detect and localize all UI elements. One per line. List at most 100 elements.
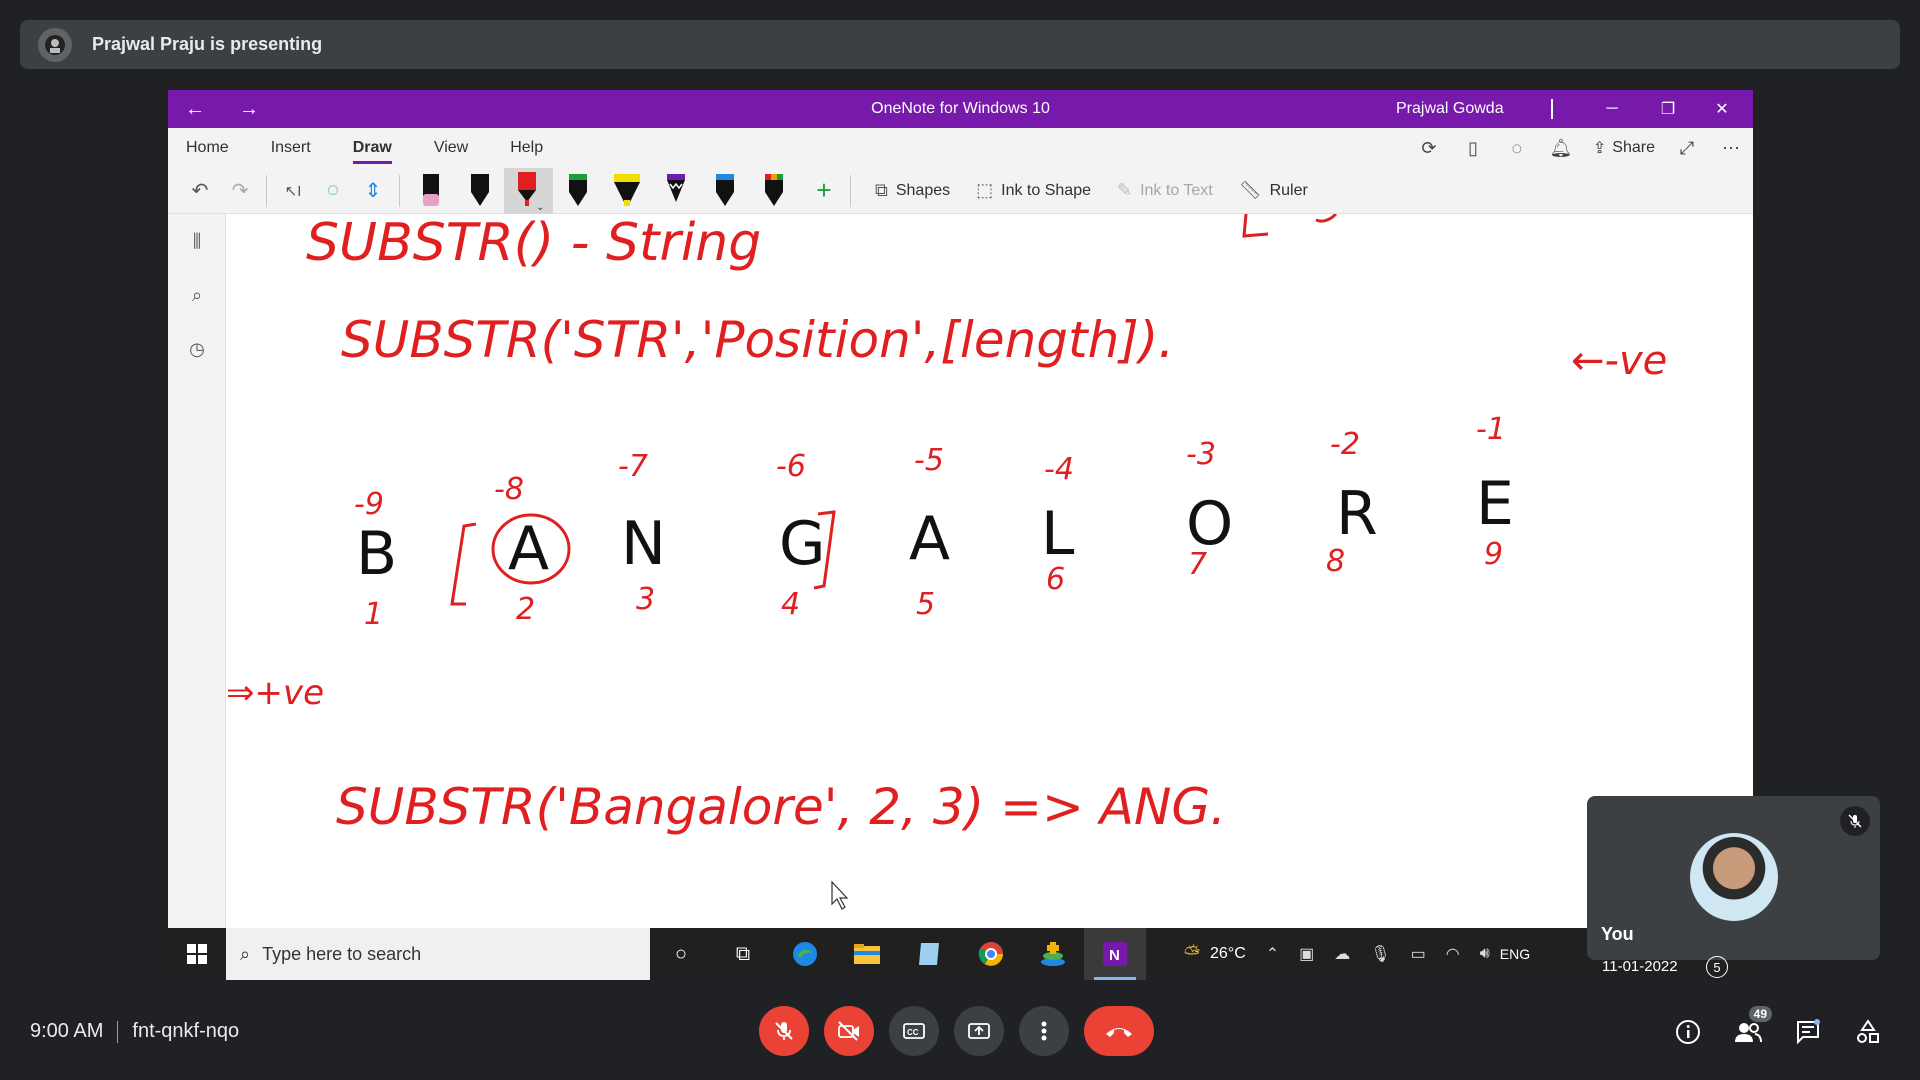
back-arrow-icon[interactable]: ←: [168, 90, 222, 128]
mic-off-glyph: [1848, 814, 1862, 828]
search-icon[interactable]: ⌕: [168, 268, 226, 322]
present-now-button[interactable]: [954, 1006, 1004, 1056]
chat-button[interactable]: [1788, 1012, 1828, 1052]
camera-off-icon: [838, 1021, 859, 1041]
taskbar-search[interactable]: ⌕ Type here to search: [226, 928, 650, 980]
add-pen-icon[interactable]: +: [804, 171, 844, 211]
bell-icon[interactable]: 🔔︎: [1539, 128, 1583, 168]
meet-now-icon[interactable]: ▣: [1299, 944, 1314, 964]
pen-purple[interactable]: [651, 168, 700, 214]
windows-logo-icon: [187, 944, 207, 964]
volume-icon[interactable]: 🔊︎: [1480, 945, 1490, 963]
user-name[interactable]: Prajwal Gowda: [1396, 100, 1504, 118]
ink-direction-note: ←-ve: [1571, 338, 1667, 384]
highlighter-yellow-icon: [613, 173, 640, 206]
captions-icon: CC: [903, 1023, 925, 1039]
redo-icon[interactable]: ↷: [220, 171, 260, 211]
tab-home[interactable]: Home: [186, 128, 229, 168]
microphone-icon[interactable]: 🎙︎: [1370, 944, 1390, 964]
forward-arrow-icon[interactable]: →: [222, 90, 276, 128]
neg-index: -1: [1476, 412, 1506, 447]
chevron-up-icon[interactable]: ⌃: [1266, 944, 1279, 964]
notification-badge[interactable]: 5: [1706, 956, 1728, 978]
handwriting-ink: SUBSTR() - String SUBSTR('STR','Position…: [226, 212, 1667, 910]
cortana-icon[interactable]: ○: [650, 928, 712, 980]
battery-icon[interactable]: ▭: [1411, 944, 1426, 964]
toolbar-divider: [266, 174, 267, 207]
weather-temp[interactable]: 26°C: [1210, 945, 1246, 963]
app-stack-icon[interactable]: [1022, 928, 1084, 980]
task-view-icon[interactable]: ⧉: [712, 928, 774, 980]
lightbulb-icon[interactable]: ◌: [1495, 128, 1539, 168]
wifi-icon[interactable]: ◠: [1446, 944, 1460, 964]
notebook-icon[interactable]: ▯: [1451, 128, 1495, 168]
share-button[interactable]: ⇪ Share: [1583, 138, 1665, 158]
type-select-icon[interactable]: ↖I: [273, 171, 313, 211]
presenter-avatar: [38, 27, 72, 62]
self-view-tile[interactable]: You: [1587, 796, 1880, 960]
meeting-details-button[interactable]: [1668, 1012, 1708, 1052]
captions-button[interactable]: CC: [889, 1006, 939, 1056]
ink-plus-note: ⇒+ve: [226, 673, 324, 713]
self-name: You: [1601, 924, 1634, 944]
ink-to-shape-button[interactable]: ⬚ Ink to Shape: [976, 180, 1091, 201]
sync-icon[interactable]: ⟳: [1407, 128, 1451, 168]
shared-screen: ← → OneNote for Windows 10 Prajwal Gowda…: [168, 90, 1753, 980]
pen-rainbow[interactable]: [749, 168, 798, 214]
highlighter-pink-pen[interactable]: [406, 168, 455, 214]
file-explorer-icon[interactable]: [836, 928, 898, 980]
lasso-select-icon[interactable]: ◌: [313, 171, 353, 211]
share-label: Share: [1612, 139, 1655, 156]
neg-index: -2: [1330, 427, 1360, 462]
system-tray: ⛅︎ 26°C ⌃ ▣ ☁︎ 🎙︎ ▭ ◠ 🔊︎ ENG: [1174, 943, 1530, 966]
leave-call-button[interactable]: [1084, 1006, 1154, 1056]
mic-off-icon: [775, 1022, 793, 1040]
notepad-logo: [919, 943, 939, 965]
highlighter-pink-icon: [422, 173, 439, 206]
mouse-cursor-icon: [831, 880, 849, 910]
add-space-icon[interactable]: ⇕: [353, 171, 393, 211]
people-icon: [1735, 1023, 1762, 1043]
pen-red[interactable]: ⌄: [504, 167, 553, 214]
navigation-pane: ⫼ ⌕ ◷: [168, 214, 226, 928]
onenote-taskbar-icon[interactable]: N: [1084, 928, 1146, 980]
pen-blue[interactable]: [700, 168, 749, 214]
tab-draw[interactable]: Draw: [352, 128, 392, 168]
note-canvas[interactable]: SUBSTR() - String SUBSTR('STR','Position…: [226, 212, 1753, 928]
pen-black[interactable]: [455, 168, 504, 214]
start-button[interactable]: [168, 928, 226, 980]
more-options-icon[interactable]: ⋯: [1709, 128, 1753, 168]
activities-button[interactable]: [1848, 1012, 1888, 1052]
language-indicator[interactable]: ENG: [1500, 946, 1530, 962]
close-button[interactable]: ✕: [1699, 90, 1745, 128]
notepad-icon[interactable]: [898, 928, 960, 980]
minimize-button[interactable]: ─: [1589, 90, 1635, 128]
shapes-button[interactable]: ⧉ Shapes: [875, 180, 950, 201]
hangup-icon: [1106, 1028, 1132, 1037]
recent-icon[interactable]: ◷: [168, 322, 226, 376]
highlighter-yellow-pen[interactable]: [602, 168, 651, 214]
share-icon: ⇪: [1592, 140, 1607, 157]
onedrive-icon[interactable]: ☁︎: [1334, 944, 1350, 964]
pos-index: 1: [364, 597, 383, 632]
restore-button[interactable]: ❐: [1645, 90, 1691, 128]
tab-help[interactable]: Help: [510, 128, 543, 168]
pen-green-icon: [568, 173, 587, 206]
mic-toggle-button[interactable]: [759, 1006, 809, 1056]
tab-insert[interactable]: Insert: [271, 128, 311, 168]
undo-icon[interactable]: ↶: [180, 171, 220, 211]
edge-icon[interactable]: [774, 928, 836, 980]
weather-icon[interactable]: ⛅︎: [1184, 943, 1200, 966]
pen-green[interactable]: [553, 168, 602, 214]
tab-view[interactable]: View: [434, 128, 468, 168]
camera-toggle-button[interactable]: [824, 1006, 874, 1056]
chrome-icon[interactable]: [960, 928, 1022, 980]
pen-purple-icon: [666, 173, 685, 202]
fullscreen-icon[interactable]: ⤢: [1665, 128, 1709, 168]
taskbar-search-placeholder: Type here to search: [262, 943, 422, 964]
participants-button[interactable]: 49: [1728, 1006, 1772, 1052]
more-options-button[interactable]: [1019, 1006, 1069, 1056]
notebooks-icon[interactable]: ⫼: [168, 214, 226, 268]
ruler-button[interactable]: 📏︎ Ruler: [1239, 180, 1308, 201]
ink-to-text-button[interactable]: ✎ Ink to Text: [1117, 180, 1213, 201]
